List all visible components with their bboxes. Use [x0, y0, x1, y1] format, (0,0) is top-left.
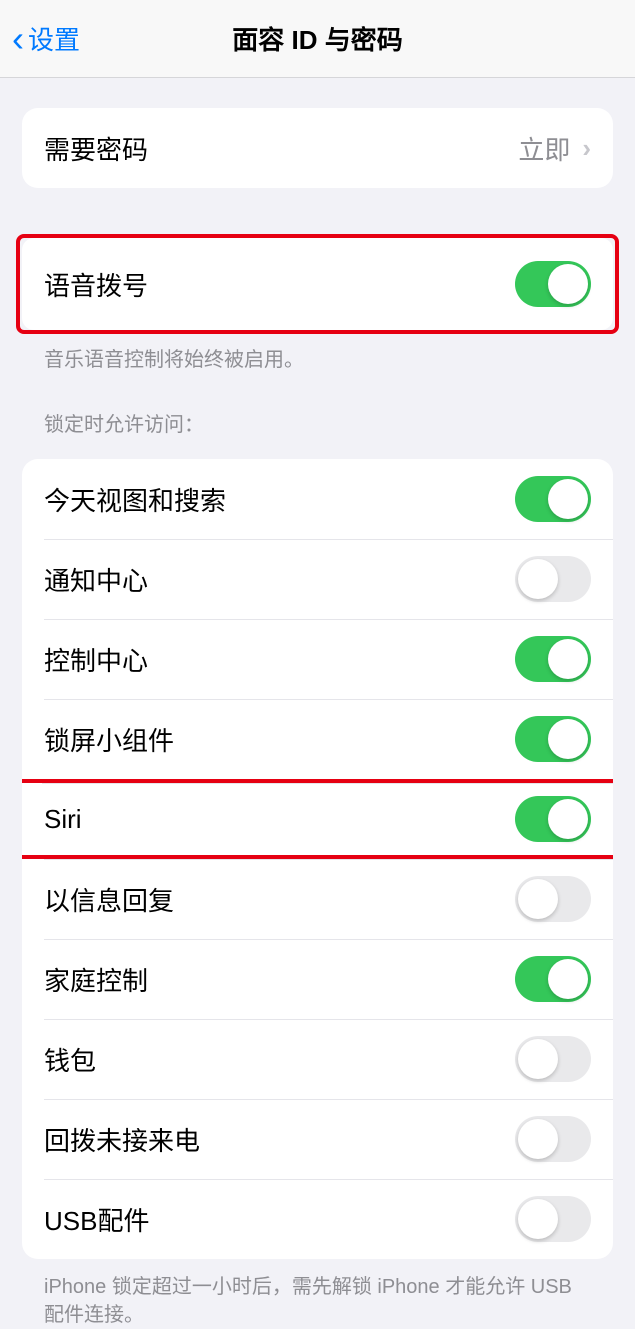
toggle-knob: [548, 264, 588, 304]
toggle-knob: [548, 799, 588, 839]
lock-access-toggle[interactable]: [515, 636, 591, 682]
toggle-knob: [548, 479, 588, 519]
highlight-voice-dial: 语音拨号: [16, 234, 619, 334]
lock-access-row: Siri: [22, 779, 613, 859]
nav-bar: ‹ 设置 面容 ID 与密码: [0, 0, 635, 78]
chevron-right-icon: ›: [582, 133, 591, 164]
toggle-knob: [548, 959, 588, 999]
group-voice-dial: 语音拨号: [22, 238, 613, 330]
toggle-knob: [518, 879, 558, 919]
lock-access-row: 控制中心: [22, 619, 613, 699]
lock-access-row: 以信息回复: [22, 859, 613, 939]
voice-dial-row: 语音拨号: [22, 238, 613, 330]
lock-access-label: 钱包: [44, 1041, 96, 1078]
voice-dial-label: 语音拨号: [44, 266, 148, 303]
require-passcode-row[interactable]: 需要密码 立即 ›: [22, 108, 613, 188]
lock-access-label: USB配件: [44, 1201, 149, 1238]
usb-footer: iPhone 锁定超过一小时后，需先解锁 iPhone 才能允许 USB 配件连…: [22, 1259, 613, 1329]
lock-access-toggle[interactable]: [515, 1116, 591, 1162]
lock-access-toggle[interactable]: [515, 796, 591, 842]
require-passcode-label: 需要密码: [44, 130, 148, 167]
toggle-knob: [518, 559, 558, 599]
lock-screen-header: 锁定时允许访问：: [22, 374, 613, 447]
chevron-left-icon: ‹: [12, 21, 24, 57]
lock-access-label: 家庭控制: [44, 961, 148, 998]
lock-access-label: Siri: [44, 804, 82, 835]
toggle-knob: [548, 719, 588, 759]
lock-access-label: 控制中心: [44, 641, 148, 678]
lock-access-row: 家庭控制: [22, 939, 613, 1019]
toggle-knob: [518, 1119, 558, 1159]
lock-access-label: 回拨未接来电: [44, 1121, 200, 1158]
back-button[interactable]: ‹ 设置: [12, 20, 80, 57]
lock-access-row: 今天视图和搜索: [22, 459, 613, 539]
lock-access-row: 回拨未接来电: [22, 1099, 613, 1179]
lock-access-label: 通知中心: [44, 561, 148, 598]
lock-access-toggle[interactable]: [515, 1036, 591, 1082]
lock-access-toggle[interactable]: [515, 556, 591, 602]
group-lock-access: 今天视图和搜索通知中心控制中心锁屏小组件 Siri 以信息回复家庭控制钱包回拨未接来…: [22, 459, 613, 1259]
lock-access-row: 钱包: [22, 1019, 613, 1099]
require-passcode-value: 立即: [518, 130, 570, 167]
row-detail: 立即 ›: [518, 130, 591, 167]
lock-access-toggle[interactable]: [515, 956, 591, 1002]
lock-access-toggle[interactable]: [515, 476, 591, 522]
lock-access-toggle[interactable]: [515, 1196, 591, 1242]
lock-access-toggle[interactable]: [515, 876, 591, 922]
voice-dial-footer: 音乐语音控制将始终被启用。: [22, 334, 613, 374]
voice-dial-toggle[interactable]: [515, 261, 591, 307]
lock-access-label: 今天视图和搜索: [44, 481, 226, 518]
lock-access-row: 通知中心: [22, 539, 613, 619]
lock-access-row: USB配件: [22, 1179, 613, 1259]
toggle-knob: [518, 1199, 558, 1239]
lock-access-toggle[interactable]: [515, 716, 591, 762]
lock-access-label: 锁屏小组件: [44, 721, 174, 758]
toggle-knob: [548, 639, 588, 679]
lock-access-row: 锁屏小组件: [22, 699, 613, 779]
lock-access-label: 以信息回复: [44, 881, 174, 918]
toggle-knob: [518, 1039, 558, 1079]
page-title: 面容 ID 与密码: [12, 20, 623, 57]
back-label: 设置: [28, 20, 80, 57]
group-require-passcode: 需要密码 立即 ›: [22, 108, 613, 188]
